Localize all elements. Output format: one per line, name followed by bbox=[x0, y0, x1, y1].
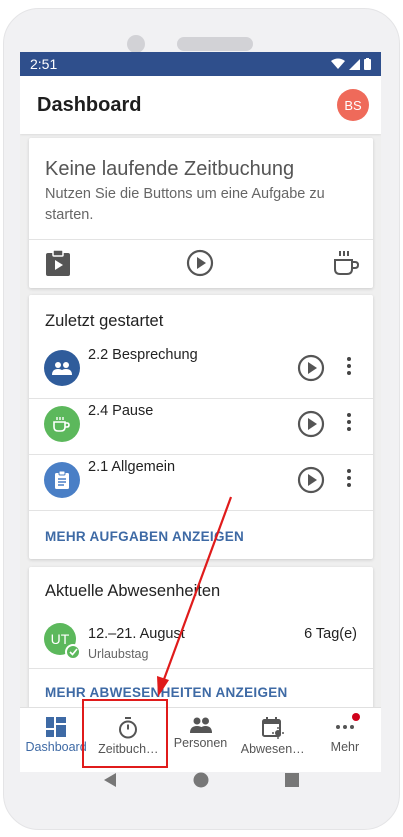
task-label: 2.4 Pause bbox=[88, 403, 154, 419]
page-title: Dashboard bbox=[37, 93, 142, 116]
running-card-title: Keine laufende Zeitbuchung bbox=[45, 158, 295, 180]
clipboard-play-icon[interactable] bbox=[43, 248, 73, 278]
more-vert-icon[interactable] bbox=[346, 412, 352, 432]
status-icons bbox=[331, 58, 371, 70]
play-circle-icon[interactable] bbox=[185, 248, 215, 278]
status-bar: 2:51 bbox=[20, 52, 381, 76]
app-screen: 2:51 Dashboard BS Keine laufende Zeitbuc… bbox=[20, 52, 381, 772]
divider bbox=[29, 668, 373, 669]
home-icon[interactable] bbox=[193, 772, 209, 793]
task-label: 2.1 Allgemein bbox=[88, 459, 176, 475]
more-tasks-button[interactable]: MEHR AUFGABEN ANZEIGEN bbox=[45, 529, 244, 544]
recents-icon[interactable] bbox=[284, 772, 300, 793]
check-icon bbox=[65, 644, 81, 660]
absences-heading: Aktuelle Abwesenheiten bbox=[45, 582, 221, 600]
list-item[interactable]: 2.4 Pause bbox=[29, 396, 373, 452]
status-time: 2:51 bbox=[30, 56, 58, 72]
play-circle-icon[interactable] bbox=[297, 354, 325, 382]
highlight-box bbox=[82, 699, 168, 768]
signal-icon bbox=[349, 58, 360, 70]
system-nav bbox=[20, 772, 381, 802]
more-icon bbox=[335, 725, 354, 729]
divider bbox=[29, 239, 373, 240]
wifi-icon bbox=[331, 58, 345, 69]
bottom-nav: Dashboard Zeitbuch… Personen Abwesen… Me… bbox=[20, 707, 381, 772]
avatar: UT bbox=[44, 623, 81, 660]
speaker bbox=[177, 37, 253, 51]
tab-label: Dashboard bbox=[25, 740, 87, 754]
task-label: 2.2 Besprechung bbox=[88, 347, 198, 363]
dashboard-icon bbox=[46, 717, 67, 737]
people-icon bbox=[44, 350, 80, 386]
back-icon[interactable] bbox=[102, 772, 118, 793]
more-vert-icon[interactable] bbox=[346, 468, 352, 488]
more-vert-icon[interactable] bbox=[346, 356, 352, 376]
people-icon bbox=[189, 717, 212, 733]
absence-type: Urlaubstag bbox=[88, 647, 149, 661]
coffee-icon[interactable] bbox=[331, 248, 361, 278]
running-card-subtitle: Nutzen Sie die Buttons um eine Aufgabe z… bbox=[45, 186, 325, 223]
coffee-icon bbox=[44, 406, 80, 442]
absence-initials: UT bbox=[50, 631, 70, 647]
absence-date: 12.–21. August bbox=[88, 626, 185, 642]
calendar-icon bbox=[261, 717, 284, 739]
tab-abwesenheiten[interactable]: Abwesen… bbox=[237, 708, 309, 772]
clipboard-icon bbox=[44, 462, 80, 498]
tab-label: Mehr bbox=[330, 740, 360, 754]
play-circle-icon[interactable] bbox=[297, 410, 325, 438]
tab-personen[interactable]: Personen bbox=[164, 708, 236, 772]
more-absences-button[interactable]: MEHR ABWESENHEITEN ANZEIGEN bbox=[45, 685, 288, 700]
absence-days: 6 Tag(e) bbox=[304, 626, 357, 642]
divider bbox=[29, 510, 373, 511]
play-circle-icon[interactable] bbox=[297, 466, 325, 494]
absences-card: Aktuelle Abwesenheiten UT 12.–21. August… bbox=[29, 567, 373, 717]
running-booking-card: Keine laufende Zeitbuchung Nutzen Sie di… bbox=[29, 138, 373, 288]
app-bar: Dashboard BS bbox=[20, 76, 381, 134]
battery-icon bbox=[364, 58, 371, 70]
tab-label: Abwesen… bbox=[240, 742, 305, 756]
notification-badge bbox=[351, 713, 360, 721]
tab-mehr[interactable]: Mehr bbox=[309, 708, 381, 772]
camera bbox=[127, 35, 145, 53]
list-item[interactable]: 2.2 Besprechung bbox=[29, 340, 373, 396]
tab-label: Personen bbox=[173, 736, 228, 750]
recent-heading: Zuletzt gestartet bbox=[45, 312, 164, 330]
user-avatar[interactable]: BS bbox=[337, 89, 369, 121]
recent-tasks-card: Zuletzt gestartet 2.2 Besprechung 2.4 Pa… bbox=[29, 295, 373, 559]
list-item[interactable]: 2.1 Allgemein bbox=[29, 452, 373, 508]
